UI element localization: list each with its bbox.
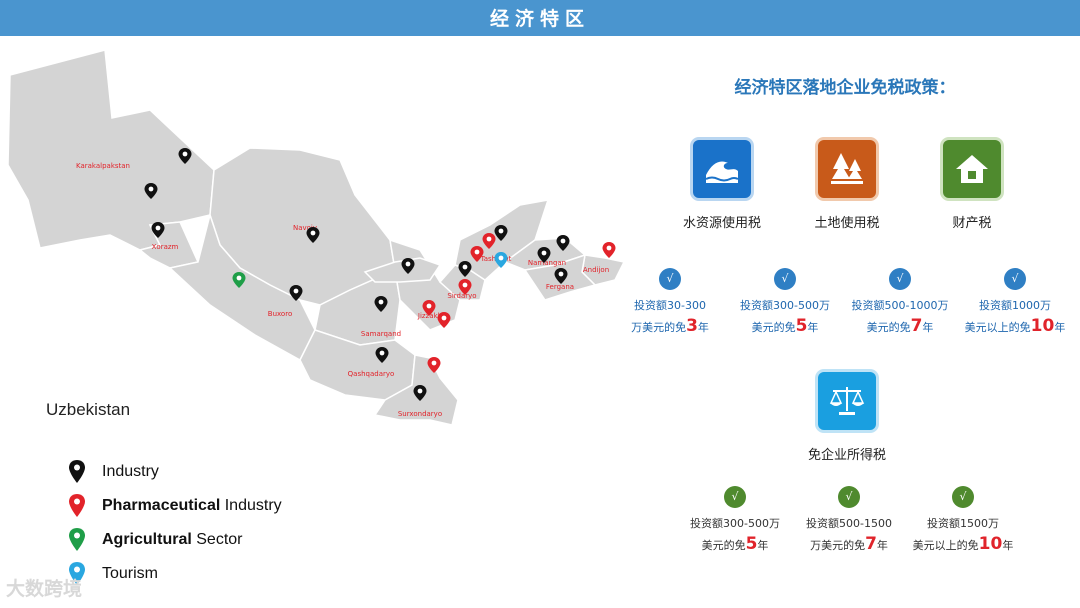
pharma-pin xyxy=(602,242,616,258)
check-icon: √ xyxy=(774,268,796,290)
legend-item-industry: Industry xyxy=(68,459,328,487)
tier-b-1: √ 投资额300-500万 美元的免5年 xyxy=(670,486,800,556)
label-fergana: Fergana xyxy=(546,283,574,291)
legend-item-pharmaceutical: Pharmaceutical Industry xyxy=(68,493,328,521)
tier-a-1: √ 投资额30-300 万美元的免3年 xyxy=(605,268,735,338)
label-surxondaryo: Surxondaryo xyxy=(398,410,442,418)
tier-b-3: √ 投资额1500万 美元以上的免10年 xyxy=(898,486,1028,556)
tax-name: 免企业所得税 xyxy=(807,448,886,463)
tax-corporate: 免企业所得税 xyxy=(787,372,907,463)
water-wave-icon xyxy=(693,140,751,198)
tax-property: 财产税 xyxy=(912,140,1032,231)
label-buxoro: Buxoro xyxy=(268,310,292,318)
tier-a-2: √ 投资额300-500万 美元的免5年 xyxy=(720,268,850,338)
uzbekistan-map: Karakalpakstan Navoiy Xorazm Buxoro Sama… xyxy=(7,49,626,426)
watermark-logo: 大数跨境 xyxy=(6,578,83,600)
header-bar: 经济特区 xyxy=(0,0,1080,36)
check-icon: √ xyxy=(1004,268,1026,290)
tree-land-icon xyxy=(818,140,876,198)
label-namangan: Namangan xyxy=(528,259,566,267)
tax-name: 水资源使用税 xyxy=(682,216,761,231)
red-pin-icon xyxy=(69,494,85,517)
legend-item-agricultural: Agricultural Sector xyxy=(68,527,328,555)
policy-title: 经济特区落地企业免税政策： xyxy=(734,78,956,98)
tax-water: 水资源使用税 xyxy=(662,140,782,231)
check-icon: √ xyxy=(659,268,681,290)
tax-name: 土地使用税 xyxy=(814,216,880,231)
label-sirdaryo: Sirdaryo xyxy=(447,292,476,300)
check-icon: √ xyxy=(952,486,974,508)
legend-item-tourism: Tourism xyxy=(68,561,328,589)
page-title: 经济特区 xyxy=(489,8,590,30)
country-name: Uzbekistan xyxy=(46,400,131,419)
check-icon: √ xyxy=(724,486,746,508)
tier-a-3: √ 投资额500-1000万 美元的免7年 xyxy=(835,268,965,338)
green-pin-icon xyxy=(69,528,85,551)
tax-land: 土地使用税 xyxy=(787,140,907,231)
scales-icon xyxy=(818,372,876,430)
tier-a-4: √ 投资额1000万 美元以上的免10年 xyxy=(950,268,1080,338)
label-samarqand: Samarqand xyxy=(361,330,401,338)
tax-name: 财产税 xyxy=(952,216,992,231)
tier-b-2: √ 投资额500-1500 万美元的免7年 xyxy=(784,486,914,556)
label-qashqadaryo: Qashqadaryo xyxy=(348,370,395,378)
check-icon: √ xyxy=(889,268,911,290)
house-icon xyxy=(943,140,1001,198)
check-icon: √ xyxy=(838,486,860,508)
black-pin-icon xyxy=(69,460,85,483)
label-karakalpakstan: Karakalpakstan xyxy=(76,162,130,170)
label-xorazm: Xorazm xyxy=(152,243,179,251)
